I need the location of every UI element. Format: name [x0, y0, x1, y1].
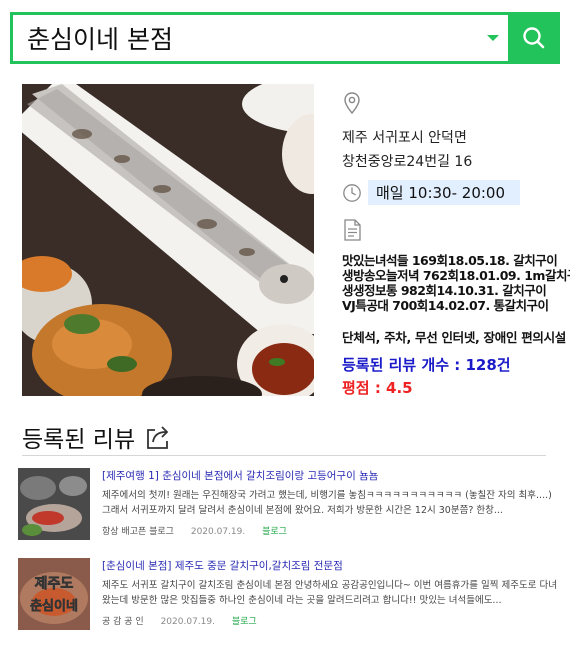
- review-thumbnail[interactable]: 제주도 춘심이네: [18, 558, 90, 630]
- thumbnail-text-line-2: 춘심이네: [30, 598, 78, 614]
- clock-icon: [343, 183, 361, 202]
- restaurant-info: 제주 서귀포시 안덕면 창천중앙로24번길 16 매일 10:30- 20:00…: [342, 92, 570, 398]
- hours-row: 매일 10:30- 20:00: [342, 180, 564, 205]
- review-author[interactable]: 항상 배고픈 블로그: [102, 527, 174, 537]
- search-bar: [10, 12, 560, 64]
- tv-appearance-item: 맛있는녀석들 169회18.05.18. 갈치구이: [342, 253, 558, 268]
- review-author[interactable]: 공 감 공 인: [102, 617, 144, 627]
- review-date: 2020.07.19.: [160, 617, 215, 627]
- reviews-header: 등록된 리뷰: [22, 418, 546, 456]
- review-source: 블로그: [231, 617, 257, 627]
- review-count: 등록된 리뷰 개수 : 128건: [342, 356, 511, 374]
- address-line-1: 제주 서귀포시 안덕면: [342, 130, 467, 146]
- review-snippet: 제주도 서귀포 갈치구이 갈치조림 춘심이네 본점 안녕하세요 공감공인입니다~…: [102, 580, 557, 606]
- tv-appearances: 맛있는녀석들 169회18.05.18. 갈치구이 생방송오늘저녁 762회18…: [342, 219, 570, 313]
- thumbnail-text-line-1: 제주도: [35, 576, 74, 592]
- rating: 평점 : 4.5: [342, 379, 413, 397]
- review-title-link[interactable]: [제주여행 1] 춘심이네 본점에서 갈치조림이랑 고등어구이 뇸뇸: [102, 468, 558, 483]
- address: 제주 서귀포시 안덕면 창천중앙로24번길 16: [342, 126, 564, 174]
- search-icon: [523, 27, 545, 49]
- review-source: 블로그: [262, 527, 287, 537]
- tv-appearance-list: 맛있는녀석들 169회18.05.18. 갈치구이 생방송오늘저녁 762회18…: [342, 253, 570, 313]
- tv-appearance-item: VJ특공대 700회14.02.07. 통갈치구이: [342, 298, 549, 313]
- opening-hours: 매일 10:30- 20:00: [368, 180, 520, 205]
- tv-appearance-item: 생방송오늘저녁 762회18.01.09. 1m갈치구이: [342, 268, 570, 283]
- review-thumbnail[interactable]: [18, 468, 90, 540]
- review-item[interactable]: 제주도 춘심이네 [춘심이네 본점] 제주도 중문 갈치구이,갈치조림 전문점 …: [18, 558, 558, 630]
- search-button[interactable]: [508, 12, 560, 64]
- share-icon[interactable]: [145, 424, 173, 450]
- review-snippet: 제주에서의 첫끼! 원래는 우진해장국 가려고 했는데, 비행기를 놓침ㅋㅋㅋㅋ…: [102, 490, 552, 516]
- tv-appearance-item: 생생정보통 982회14.10.31. 갈치구이: [342, 283, 547, 298]
- review-content: [춘심이네 본점] 제주도 중문 갈치구이,갈치조림 전문점 제주도 서귀포 갈…: [102, 558, 558, 627]
- restaurant-photo: [22, 84, 314, 396]
- review-date: 2020.07.19.: [190, 527, 246, 537]
- review-title-link[interactable]: [춘심이네 본점] 제주도 중문 갈치구이,갈치조림 전문점: [102, 558, 558, 573]
- review-content: [제주여행 1] 춘심이네 본점에서 갈치조림이랑 고등어구이 뇸뇸 제주에서의…: [102, 468, 558, 537]
- facilities: 단체석, 주차, 무선 인터넷, 장애인 편의시설: [342, 330, 567, 345]
- dropdown-caret-icon[interactable]: [478, 15, 508, 61]
- review-item[interactable]: [제주여행 1] 춘심이네 본점에서 갈치조림이랑 고등어구이 뇸뇸 제주에서의…: [18, 468, 558, 540]
- search-input[interactable]: [13, 15, 478, 61]
- review-meta: 항상 배고픈 블로그 2020.07.19. 블로그: [102, 524, 558, 537]
- location-pin-icon: [344, 92, 360, 115]
- reviews-title: 등록된 리뷰: [22, 426, 136, 453]
- address-line-2: 창천중앙로24번길 16: [342, 154, 473, 170]
- review-meta: 공 감 공 인 2020.07.19. 블로그: [102, 614, 558, 627]
- document-icon: [344, 219, 361, 241]
